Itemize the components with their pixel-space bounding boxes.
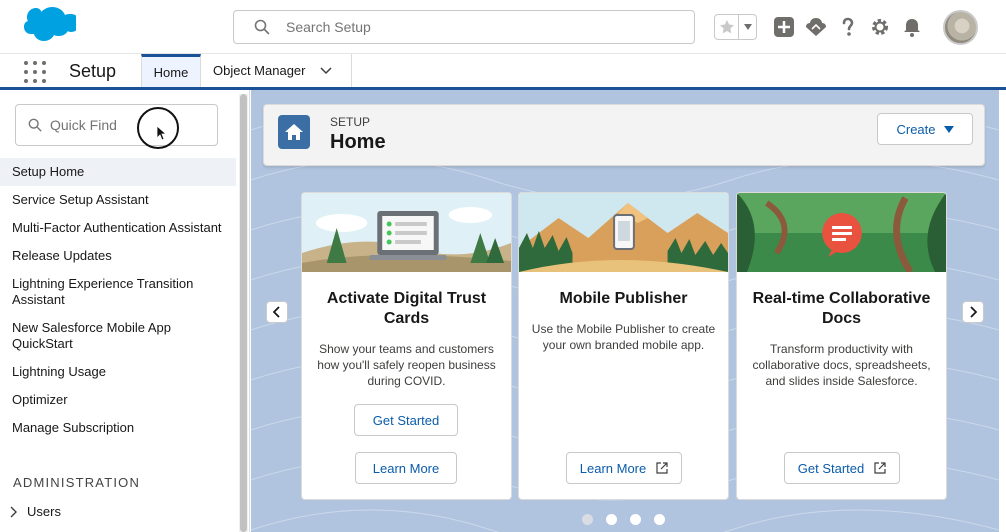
create-button-label: Create	[896, 121, 936, 137]
search-icon	[254, 19, 270, 35]
carousel-card-mobile-publisher: Mobile Publisher Use the Mobile Publishe…	[518, 192, 729, 500]
card-title: Activate Digital Trust Cards	[326, 290, 487, 327]
scrollbar-thumb[interactable]	[240, 94, 247, 532]
notifications-bell-icon[interactable]	[901, 16, 923, 38]
carousel-dot[interactable]	[630, 514, 641, 525]
chevron-right-icon[interactable]	[10, 506, 18, 518]
salesforce-logo[interactable]	[16, 6, 76, 48]
card-title: Real-time Collaborative Docs	[752, 290, 931, 327]
sidebar-scrollbar[interactable]	[239, 94, 248, 532]
sidebar-item-setup-home[interactable]: Setup Home	[0, 158, 236, 186]
card-illustration-forest	[737, 193, 946, 274]
card-description: Use the Mobile Publisher to create your …	[531, 322, 716, 352]
search-placeholder: Search Setup	[286, 19, 371, 35]
app-launcher-icon[interactable]	[24, 61, 46, 83]
carousel-dot[interactable]	[582, 514, 593, 525]
favorites-button[interactable]	[714, 14, 757, 40]
quick-find-placeholder: Quick Find	[50, 117, 117, 133]
trailhead-icon[interactable]	[805, 16, 827, 38]
sidebar-item-lightning-transition-assistant[interactable]: Lightning Experience Transition Assistan…	[0, 270, 236, 314]
carousel-card-digital-trust: Activate Digital Trust Cards Show your t…	[301, 192, 512, 500]
search-icon	[28, 118, 42, 132]
home-icon	[278, 115, 310, 149]
setup-menu: Setup Home Service Setup Assistant Multi…	[0, 158, 236, 442]
setup-search-input[interactable]: Search Setup	[233, 10, 695, 44]
create-button[interactable]: Create	[877, 113, 973, 145]
tree-item-label: Users	[27, 504, 61, 519]
sidebar-item-release-updates[interactable]: Release Updates	[0, 242, 236, 270]
add-icon[interactable]	[773, 16, 795, 38]
get-started-button[interactable]: Get Started	[354, 404, 458, 436]
quick-find-input[interactable]: Quick Find	[15, 104, 218, 146]
tab-home[interactable]: Home	[141, 54, 201, 87]
tab-object-manager-label: Object Manager	[213, 63, 306, 78]
sidebar-item-lightning-usage[interactable]: Lightning Usage	[0, 358, 236, 386]
help-icon[interactable]	[837, 16, 859, 38]
get-started-button[interactable]: Get Started	[784, 452, 900, 484]
user-avatar[interactable]	[943, 10, 978, 45]
main-content: SETUP Home Create Activate Digital Trust…	[251, 90, 999, 532]
favorites-star-icon[interactable]	[715, 15, 739, 39]
sidebar-item-manage-subscription[interactable]: Manage Subscription	[0, 414, 236, 442]
carousel-prev-button[interactable]	[266, 301, 288, 323]
learn-more-button[interactable]: Learn More	[566, 452, 682, 484]
card-description: Show your teams and customers how you'll…	[317, 342, 496, 388]
card-description: Transform productivity with collaborativ…	[752, 342, 931, 388]
sidebar-item-optimizer[interactable]: Optimizer	[0, 386, 236, 414]
get-started-label: Get Started	[797, 460, 865, 476]
tab-object-manager[interactable]: Object Manager	[201, 54, 352, 87]
learn-more-button[interactable]: Learn More	[355, 452, 457, 484]
chevron-right-icon	[970, 306, 977, 318]
external-link-icon	[656, 462, 668, 474]
page-title: Home	[330, 131, 386, 153]
app-name: Setup	[69, 61, 117, 81]
page-eyebrow: SETUP	[330, 115, 371, 129]
sidebar-item-mfa-assistant[interactable]: Multi-Factor Authentication Assistant	[0, 214, 236, 242]
sidebar-item-mobile-app-quickstart[interactable]: New Salesforce Mobile App QuickStart	[0, 314, 236, 358]
card-illustration-mountains	[519, 193, 728, 272]
gear-icon[interactable]	[869, 16, 891, 38]
caret-down-icon	[943, 125, 954, 133]
learn-more-label: Learn More	[579, 460, 647, 476]
chevron-left-icon	[273, 306, 280, 318]
sidebar-tree-item-users[interactable]: Users	[10, 504, 61, 519]
page-header: SETUP Home Create	[263, 104, 985, 166]
setup-sidebar: Quick Find Setup Home Service Setup Assi…	[0, 90, 250, 532]
carousel-pagination	[582, 514, 678, 525]
carousel-next-button[interactable]	[962, 301, 984, 323]
sidebar-section-title: ADMINISTRATION	[13, 475, 141, 490]
sidebar-item-service-setup-assistant[interactable]: Service Setup Assistant	[0, 186, 236, 214]
app-nav-bar: Setup Home Object Manager	[0, 54, 1006, 90]
chevron-down-icon[interactable]	[319, 66, 332, 75]
external-link-icon	[874, 462, 886, 474]
favorites-dropdown-icon[interactable]	[739, 23, 756, 31]
carousel-card-collaborative-docs: Real-time Collaborative Docs Transform p…	[736, 192, 947, 500]
card-title: Mobile Publisher	[559, 290, 688, 307]
carousel-dot[interactable]	[606, 514, 617, 525]
header-utility-icons	[714, 12, 923, 42]
mouse-cursor-icon	[156, 125, 166, 141]
global-header: Search Setup	[0, 0, 1006, 54]
card-illustration-laptop	[302, 193, 511, 272]
carousel-dot[interactable]	[654, 514, 665, 525]
